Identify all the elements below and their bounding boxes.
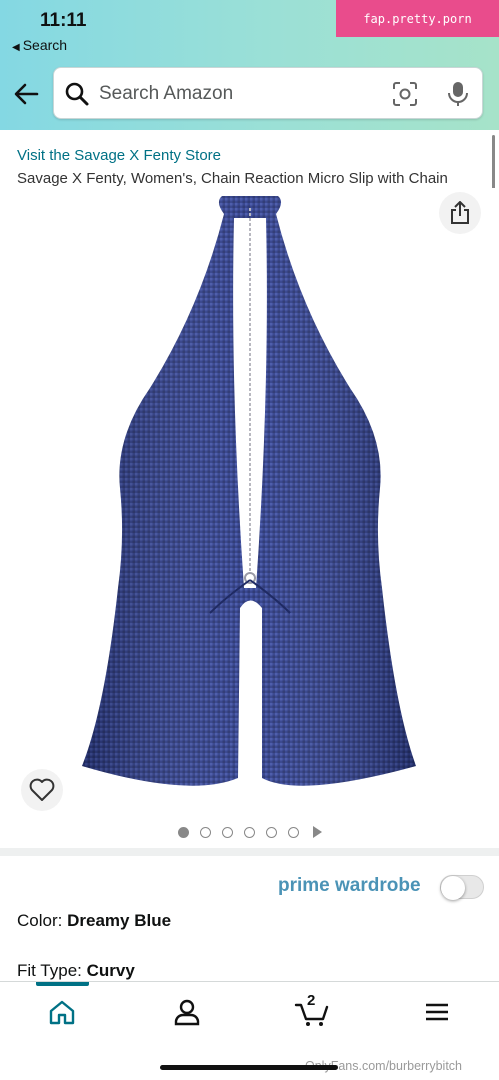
back-triangle-icon: ◀: [12, 42, 20, 53]
tab-account[interactable]: [167, 996, 207, 1028]
search-input[interactable]: Search Amazon: [99, 83, 233, 105]
cart-count: 2: [307, 992, 316, 1009]
home-icon: [49, 1000, 75, 1025]
product-title: Savage X Fenty, Women's, Chain Reaction …: [17, 170, 448, 187]
tab-menu[interactable]: [417, 996, 457, 1028]
color-value: Dreamy Blue: [67, 911, 172, 930]
carousel-dot[interactable]: [221, 826, 233, 838]
back-app-label: Search: [22, 37, 68, 53]
microphone-icon[interactable]: [446, 80, 470, 108]
person-icon: [174, 999, 200, 1026]
prime-wardrobe-toggle[interactable]: [440, 875, 484, 900]
active-tab-indicator: [36, 982, 89, 986]
camera-scan-icon[interactable]: [392, 81, 418, 107]
search-bar[interactable]: Search Amazon: [53, 67, 483, 119]
tab-home[interactable]: [42, 996, 82, 1028]
product-image[interactable]: [0, 188, 499, 816]
image-carousel-indicator[interactable]: [0, 818, 499, 846]
back-to-app-link[interactable]: ◀ Search: [12, 37, 67, 53]
video-play-icon[interactable]: [312, 826, 322, 838]
wishlist-button[interactable]: [21, 769, 63, 811]
color-selection: Color: Dreamy Blue: [17, 911, 171, 931]
carousel-dot[interactable]: [199, 826, 211, 838]
share-button[interactable]: [439, 192, 481, 234]
status-time: 11:11: [40, 10, 87, 31]
tab-cart[interactable]: 2: [292, 992, 332, 1028]
watermark-top: fap.pretty.porn: [336, 0, 499, 37]
heart-icon: [29, 778, 55, 801]
home-indicator[interactable]: [160, 1065, 338, 1070]
hamburger-menu-icon: [426, 1003, 448, 1021]
color-label: Color:: [17, 911, 63, 930]
store-link[interactable]: Visit the Savage X Fenty Store: [17, 147, 221, 164]
search-icon: [65, 82, 89, 106]
carousel-dot[interactable]: [177, 826, 189, 838]
fit-value: Curvy: [86, 961, 135, 980]
fit-type-selection: Fit Type: Curvy: [17, 961, 135, 981]
carousel-dot[interactable]: [265, 826, 277, 838]
section-divider: [0, 848, 499, 856]
carousel-dot[interactable]: [243, 826, 255, 838]
fit-label: Fit Type:: [17, 961, 82, 980]
carousel-dot[interactable]: [287, 826, 299, 838]
toggle-knob: [441, 876, 465, 900]
back-arrow-icon[interactable]: [12, 80, 40, 108]
header: 11:11 ◀ Search fap.pretty.porn Search Ama…: [0, 0, 499, 130]
share-icon: [451, 201, 469, 224]
prime-wardrobe-label: prime wardrobe: [278, 875, 421, 896]
garment-illustration: [82, 196, 416, 786]
